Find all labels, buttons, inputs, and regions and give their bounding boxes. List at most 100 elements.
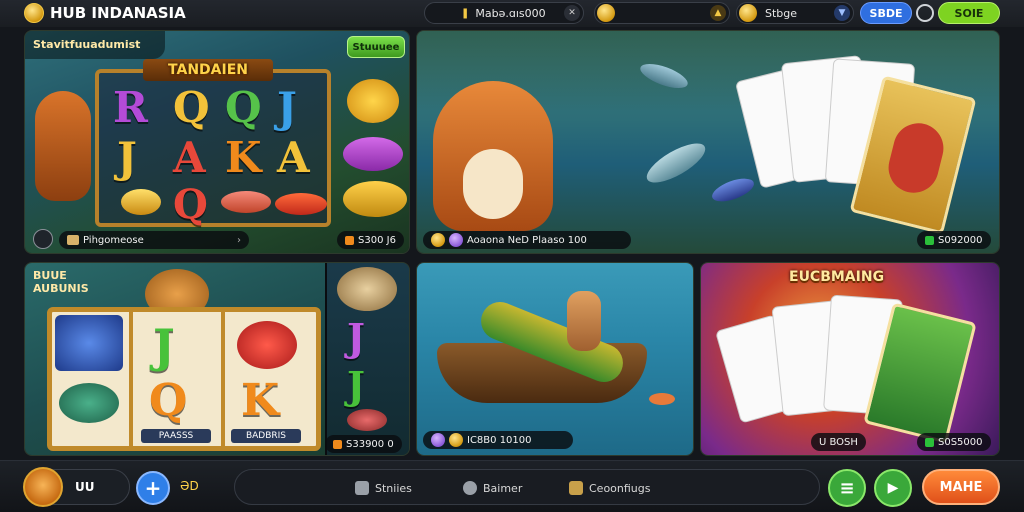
- stage-pill[interactable]: Stbge ▼: [736, 2, 854, 24]
- card-game-card[interactable]: EUCBMAING U BOSH S0S5000: [700, 262, 1000, 456]
- card-footer-chip[interactable]: Pihgomeose ›: [59, 231, 249, 249]
- count-label: ƏD: [180, 479, 199, 493]
- counter-icon: [333, 439, 342, 449]
- counter-icon: [925, 235, 934, 245]
- reel-label-left: PAASSS: [141, 429, 211, 443]
- card-counter: S33900 0: [325, 435, 402, 453]
- card-corner-label: Stavitfuuadumist: [33, 38, 141, 51]
- sbde-button[interactable]: SBDE: [860, 2, 912, 24]
- nav-item-stniies[interactable]: Stniies: [355, 470, 412, 506]
- reel-label-right: BADBRIS: [231, 429, 301, 443]
- bottom-bar: UU + ƏD Stniies Baimer Ceoonfiugs ≡ ▶ MA…: [0, 460, 1024, 512]
- fish: [649, 393, 675, 405]
- counter-icon: [925, 437, 934, 447]
- profile-label: UU: [75, 480, 95, 494]
- reel-symbol: J: [117, 133, 137, 182]
- gold-coin-symbol: [121, 189, 161, 215]
- card-footer-chip[interactable]: Aoaona NeD Plaaso 100: [423, 231, 631, 249]
- nav-item-baimer[interactable]: Baimer: [463, 470, 522, 506]
- card-counter-value: S092000: [938, 234, 983, 246]
- primary-action-button[interactable]: MAHE: [922, 469, 1000, 505]
- gem-icon: [449, 233, 463, 247]
- soie-button[interactable]: SOIE: [938, 2, 1000, 24]
- red-creature-symbol: [237, 321, 297, 369]
- settings-icon: [569, 481, 583, 495]
- gold-coin-icon: [597, 4, 615, 22]
- slot-game-card-top[interactable]: Stavitfuuadumist Stuuuee TANDAIEN R Q Q …: [24, 30, 410, 254]
- stage-pill-label: Stbge: [765, 6, 798, 20]
- mascot-badge: [347, 79, 399, 123]
- side-reel-symbol: J: [347, 363, 365, 408]
- reel-symbol: A: [277, 133, 310, 182]
- fishing-cards-game-card[interactable]: Aoaona NeD Plaaso 100 S092000: [416, 30, 1000, 254]
- add-button[interactable]: +: [136, 471, 170, 505]
- reel-symbol: A: [173, 133, 206, 182]
- fox-mascot: [35, 91, 91, 201]
- card-footer-label: IC8B0 10100: [467, 434, 532, 446]
- card-counter: S0S5000: [917, 433, 991, 451]
- card-counter: S300 J6: [337, 231, 404, 249]
- card-corner-line-1: BUUE: [33, 269, 67, 282]
- slot-title-banner: TANDAIEN: [143, 59, 273, 81]
- brand-coin-icon: [24, 3, 44, 23]
- gem-icon: [431, 433, 445, 447]
- chevron-right-icon: ›: [237, 234, 241, 246]
- nav-label: Ceoonfiugs: [589, 481, 651, 495]
- reel-symbol: J: [153, 319, 175, 373]
- slot-game-card-bottom[interactable]: BUUE AUBUNIS J Q K PAASSS BADBRIS J J S3…: [24, 262, 410, 456]
- card-counter-value: U BOSH: [819, 436, 858, 448]
- turtle-symbol: [59, 383, 119, 423]
- bottom-nav: Stniies Baimer Ceoonfiugs: [234, 469, 820, 505]
- gold-coin-icon: [431, 233, 445, 247]
- mascot-symbol: [337, 267, 397, 311]
- fish-symbol: [275, 193, 327, 215]
- brand[interactable]: HUB INDANASIA: [24, 2, 186, 24]
- card-corner-label: BUUE AUBUNIS: [33, 269, 89, 295]
- reel-symbol: J: [277, 83, 297, 132]
- menu-button[interactable]: ≡: [828, 469, 866, 507]
- counter-icon: [345, 235, 354, 245]
- blue-cat-symbol: [55, 315, 123, 371]
- balance-pill-label: Mabə.ɑıs000: [475, 6, 546, 20]
- refresh-icon[interactable]: [916, 4, 934, 22]
- mascot-symbol: [347, 409, 387, 431]
- profile-pill[interactable]: UU: [23, 467, 130, 507]
- close-icon[interactable]: ✕: [564, 5, 580, 21]
- avatar[interactable]: [23, 467, 63, 507]
- coin-pill[interactable]: ▲: [594, 2, 730, 24]
- balance-pill[interactable]: ❚ Mabə.ɑıs000 ✕: [424, 2, 584, 24]
- card-counter-value: S0S5000: [938, 436, 983, 448]
- card-counter-value: S33900 0: [346, 438, 394, 450]
- reel-symbol: R: [113, 83, 148, 132]
- card-title-banner: EUCBMAING: [789, 269, 885, 285]
- nav-label: Baimer: [483, 481, 523, 495]
- nav-item-ceoonfiugs[interactable]: Ceoonfiugs: [569, 470, 651, 506]
- reel-symbol: K: [241, 375, 280, 426]
- fish-symbol: [221, 191, 271, 213]
- card-counter: U BOSH: [811, 433, 866, 451]
- info-icon[interactable]: [33, 229, 53, 249]
- user-icon: [463, 481, 477, 495]
- app-title: HUB INDANASIA: [50, 4, 186, 22]
- ticket-icon: [67, 235, 79, 245]
- card-footer-label: Pihgomeose: [83, 234, 144, 246]
- top-bar: HUB INDANASIA ❚ Mabə.ɑıs000 ✕ ▲ Stbge ▼ …: [0, 0, 1024, 27]
- fishing-boat-game-card[interactable]: IC8B0 10100: [416, 262, 694, 456]
- fox-belly: [463, 149, 523, 219]
- nav-label: Stniies: [375, 481, 412, 495]
- play-button[interactable]: ▶: [874, 469, 912, 507]
- reel-symbol: K: [225, 133, 262, 182]
- card-footer-label: Aoaona NeD Plaaso 100: [467, 234, 587, 246]
- card-counter: S092000: [917, 231, 991, 249]
- fish-symbol: [343, 181, 407, 217]
- card-footer-chip[interactable]: IC8B0 10100: [423, 431, 573, 449]
- card-corner-line-2: AUBUNIS: [33, 282, 89, 295]
- flag-icon: [355, 481, 369, 495]
- chevron-down-icon[interactable]: ▼: [834, 5, 850, 21]
- key-icon: ❚: [461, 7, 470, 19]
- reel-symbol: Q: [173, 83, 210, 132]
- chevron-down-icon[interactable]: ▲: [710, 5, 726, 21]
- fish-symbol: [343, 137, 403, 171]
- card-tab-button[interactable]: Stuuuee: [347, 36, 405, 58]
- reel-symbol: Q: [149, 375, 188, 426]
